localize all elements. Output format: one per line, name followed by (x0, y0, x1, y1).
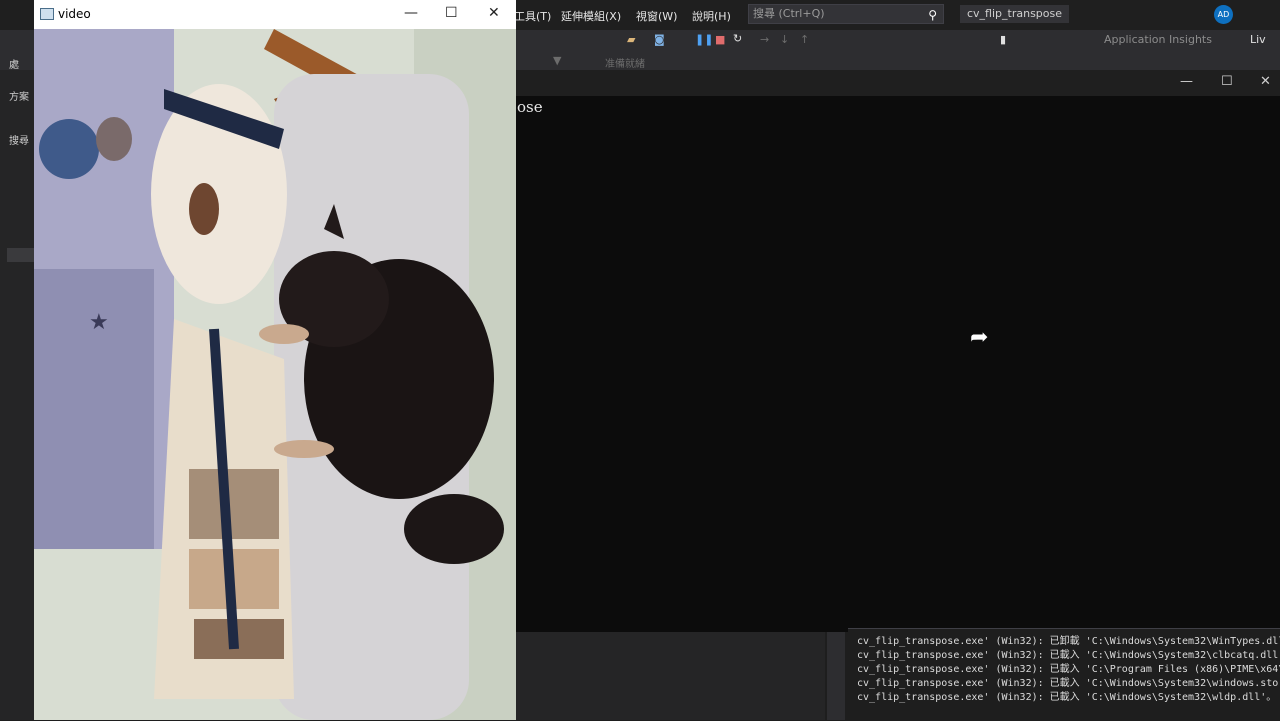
output-panel: cv_flip_transpose.exe' (Win32): 已卸載 'C:\… (848, 628, 1280, 721)
console-maximize-button[interactable]: ☐ (1221, 74, 1233, 89)
mouse-cursor-icon: ➦ (970, 325, 989, 350)
search-label: 搜尋 (9, 136, 29, 147)
stop-icon[interactable]: ■ (715, 33, 725, 46)
console-output-text: ose (517, 98, 543, 116)
menu-help[interactable]: 說明(H) (692, 8, 731, 24)
console-minimize-button[interactable]: — (1180, 74, 1193, 89)
output-side-panel (515, 632, 825, 720)
bookmark-icon[interactable]: ▮ (1000, 33, 1006, 46)
output-scrollbar[interactable] (827, 632, 845, 720)
svg-text:★: ★ (89, 310, 109, 335)
step-over-icon[interactable]: → (760, 33, 769, 46)
vs-search-input[interactable]: 搜尋 (Ctrl+Q) ⚲ (748, 4, 944, 24)
console-title-bar: — ☐ ✕ (515, 70, 1280, 96)
video-frame-image: ★ (34, 29, 516, 720)
video-title-bar[interactable]: video — ☐ ✕ (34, 0, 516, 29)
video-minimize-button[interactable]: — (404, 5, 418, 21)
step-out-icon[interactable]: ↑ (800, 33, 809, 46)
search-icon[interactable]: ⚲ (928, 6, 937, 24)
search-placeholder: 搜尋 (Ctrl+Q) (753, 7, 825, 20)
output-line: cv_flip_transpose.exe' (Win32): 已載入 'C:\… (857, 678, 1280, 689)
step-into-icon[interactable]: ↓ (780, 33, 789, 46)
output-line: cv_flip_transpose.exe' (Win32): 已載入 'C:\… (857, 692, 1277, 703)
output-line: cv_flip_transpose.exe' (Win32): 已卸載 'C:\… (857, 636, 1280, 647)
console-window[interactable]: — ☐ ✕ ose ➦ (515, 70, 1280, 632)
console-close-button[interactable]: ✕ (1260, 74, 1271, 89)
solution-name: cv_flip_transpose (960, 5, 1070, 23)
menu-extensions[interactable]: 延伸模組(X) (561, 8, 621, 24)
video-window[interactable]: video — ☐ ✕ ★ (34, 0, 516, 720)
filter-icon[interactable]: ▼ (553, 54, 561, 67)
output-line: cv_flip_transpose.exe' (Win32): 已載入 'C:\… (857, 664, 1280, 675)
output-line: cv_flip_transpose.exe' (Win32): 已載入 'C:\… (857, 650, 1280, 661)
live-share-button[interactable]: Liv (1250, 33, 1266, 46)
restart-icon[interactable]: ↻ (733, 32, 742, 45)
pause-icon[interactable]: ❚❚ (695, 33, 713, 46)
menu-tools[interactable]: 工具(T) (514, 8, 551, 24)
app-window-icon (40, 8, 54, 20)
video-close-button[interactable]: ✕ (488, 5, 500, 21)
video-window-title: video (58, 7, 91, 21)
solution-label: 方案 (9, 92, 29, 103)
find-combo-text[interactable]: 准備就緒 (605, 55, 645, 70)
video-frame: ★ (34, 29, 516, 720)
screenshot-icon[interactable]: ◙ (654, 33, 665, 46)
left-label: 處 (9, 60, 19, 71)
menu-window[interactable]: 視窗(W) (636, 8, 677, 24)
application-insights-button[interactable]: Application Insights (1104, 33, 1212, 46)
solution-explorer-strip: 方案 搜尋 處 (0, 60, 34, 720)
open-folder-icon[interactable]: ▰ (627, 33, 635, 46)
selected-row[interactable] (7, 248, 34, 262)
avatar[interactable]: AD (1214, 5, 1233, 24)
video-maximize-button[interactable]: ☐ (445, 5, 458, 21)
